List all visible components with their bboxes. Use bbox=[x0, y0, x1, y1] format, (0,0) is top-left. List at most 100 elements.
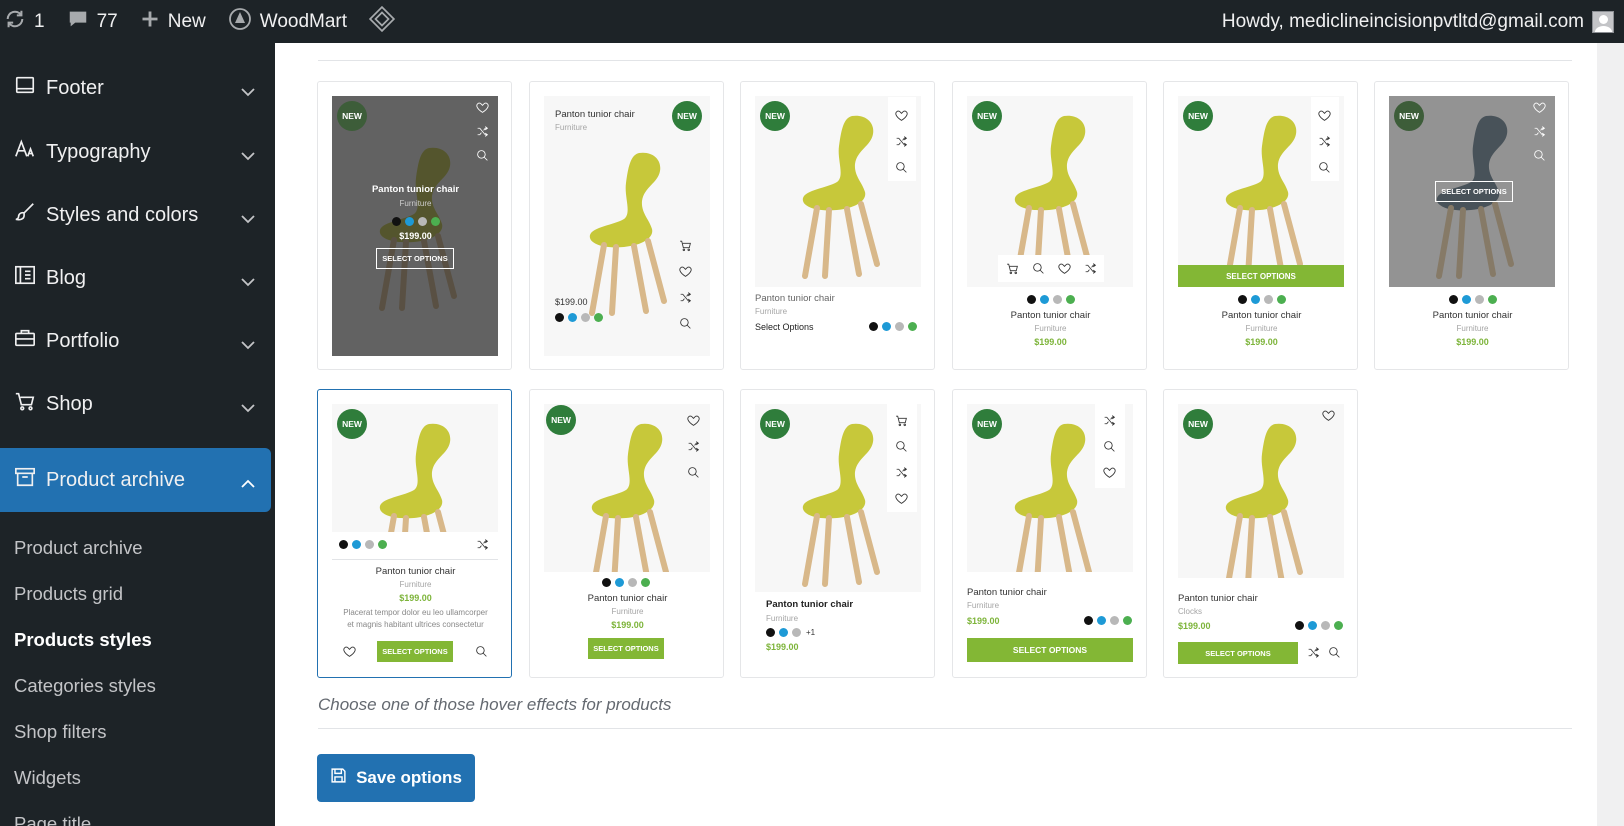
compare-shuffle-icon[interactable] bbox=[1084, 262, 1097, 280]
sidebar-item-shop[interactable]: Shop bbox=[0, 372, 271, 436]
swatch-grey[interactable] bbox=[581, 313, 590, 322]
quick-view-search-icon[interactable] bbox=[475, 645, 488, 663]
select-options-link[interactable]: Select Options bbox=[755, 322, 814, 332]
product-category[interactable]: Furniture bbox=[318, 199, 513, 208]
swatch-green[interactable] bbox=[1334, 621, 1343, 630]
quick-view-search-icon[interactable] bbox=[1533, 149, 1546, 167]
swatch-blue[interactable] bbox=[1040, 295, 1049, 304]
swatch-green[interactable] bbox=[1123, 616, 1132, 625]
subitem-shop-filters[interactable]: Shop filters bbox=[14, 721, 107, 743]
swatch-black[interactable] bbox=[1295, 621, 1304, 630]
product-title[interactable]: Panton tunior chair bbox=[530, 593, 725, 604]
product-category[interactable]: Clocks bbox=[1178, 607, 1202, 616]
hover-style-card-9[interactable]: NEW Panton tunior chair Furniture +1 $19… bbox=[740, 389, 935, 678]
quick-view-search-icon[interactable] bbox=[1103, 440, 1116, 458]
wishlist-heart-icon[interactable] bbox=[687, 414, 700, 432]
save-options-button[interactable]: Save options bbox=[317, 754, 475, 802]
sidebar-item-product-archive[interactable]: Product archive bbox=[0, 448, 271, 512]
color-swatches[interactable] bbox=[766, 628, 801, 637]
hover-style-card-5[interactable]: NEW SELECT OPTIONS Panton tunior chair F… bbox=[1163, 81, 1358, 370]
swatch-green[interactable] bbox=[431, 217, 440, 226]
select-options-button[interactable]: SELECT OPTIONS bbox=[1435, 181, 1513, 202]
wishlist-heart-icon[interactable] bbox=[1533, 101, 1546, 119]
hover-style-card-8[interactable]: NEW Panton tunior chair Furniture $199.0… bbox=[529, 389, 724, 678]
subitem-page-title[interactable]: Page title bbox=[14, 813, 91, 826]
quick-view-search-icon[interactable] bbox=[1032, 262, 1045, 280]
wishlist-heart-icon[interactable] bbox=[1103, 466, 1116, 484]
add-to-cart-icon[interactable] bbox=[895, 414, 908, 432]
swatch-grey[interactable] bbox=[1110, 616, 1119, 625]
swatch-grey[interactable] bbox=[365, 540, 374, 549]
compare-shuffle-icon[interactable] bbox=[895, 135, 908, 153]
color-swatches[interactable] bbox=[602, 578, 650, 587]
compare-shuffle-icon[interactable] bbox=[1533, 125, 1546, 143]
swatch-green[interactable] bbox=[594, 313, 603, 322]
product-category[interactable]: Furniture bbox=[318, 580, 513, 589]
swatch-black[interactable] bbox=[602, 578, 611, 587]
swatch-blue[interactable] bbox=[352, 540, 361, 549]
product-title[interactable]: Panton tunior chair bbox=[555, 109, 635, 120]
sidebar-item-footer[interactable]: Footer bbox=[0, 56, 271, 120]
swatch-green[interactable] bbox=[641, 578, 650, 587]
color-swatches[interactable] bbox=[1295, 621, 1343, 630]
swatch-green[interactable] bbox=[378, 540, 387, 549]
hover-style-card-4[interactable]: NEW Panton tunior chair Furniture $199.0… bbox=[952, 81, 1147, 370]
product-title[interactable]: Panton tunior chair bbox=[1164, 310, 1359, 321]
product-category[interactable]: Furniture bbox=[1375, 324, 1570, 333]
swatch-blue[interactable] bbox=[779, 628, 788, 637]
product-category[interactable]: Furniture bbox=[1164, 324, 1359, 333]
swatch-blue[interactable] bbox=[405, 217, 414, 226]
swatch-black[interactable] bbox=[392, 217, 401, 226]
subitem-products-grid[interactable]: Products grid bbox=[14, 583, 123, 605]
hover-style-card-11[interactable]: NEW Panton tunior chair Clocks $199.00 S… bbox=[1163, 389, 1358, 678]
swatch-blue[interactable] bbox=[1251, 295, 1260, 304]
quick-view-search-icon[interactable] bbox=[895, 161, 908, 179]
updates-link[interactable]: 1 bbox=[0, 0, 56, 43]
subitem-categories-styles[interactable]: Categories styles bbox=[14, 675, 156, 697]
wishlist-heart-icon[interactable] bbox=[476, 101, 489, 119]
hover-style-card-3[interactable]: NEW Panton tunior chair Furniture Select… bbox=[740, 81, 935, 370]
wishlist-heart-icon[interactable] bbox=[895, 492, 908, 510]
sidebar-item-typography[interactable]: Typography bbox=[0, 120, 271, 184]
sidebar-item-portfolio[interactable]: Portfolio bbox=[0, 309, 271, 373]
swatch-grey[interactable] bbox=[1264, 295, 1273, 304]
wishlist-heart-icon[interactable] bbox=[895, 109, 908, 127]
hover-style-card-7[interactable]: NEW Panton tunior chair Furniture $199.0… bbox=[317, 389, 512, 678]
swatch-grey[interactable] bbox=[1321, 621, 1330, 630]
add-to-cart-icon[interactable] bbox=[1006, 262, 1019, 280]
wishlist-heart-icon[interactable] bbox=[1058, 262, 1071, 280]
select-options-button[interactable]: SELECT OPTIONS bbox=[1178, 642, 1298, 664]
add-to-cart-icon[interactable] bbox=[679, 239, 692, 257]
wishlist-heart-icon[interactable] bbox=[1322, 409, 1335, 427]
swatch-black[interactable] bbox=[339, 540, 348, 549]
my-account[interactable]: Howdy, mediclineincisionpvtltd@gmail.com bbox=[1222, 0, 1624, 43]
select-options-button[interactable]: SELECT OPTIONS bbox=[588, 638, 664, 659]
select-options-button[interactable]: SELECT OPTIONS bbox=[1178, 265, 1344, 287]
compare-shuffle-icon[interactable] bbox=[687, 440, 700, 458]
product-title[interactable]: Panton tunior chair bbox=[1375, 310, 1570, 321]
compare-shuffle-icon[interactable] bbox=[1307, 646, 1320, 664]
swatch-blue[interactable] bbox=[568, 313, 577, 322]
swatch-black[interactable] bbox=[766, 628, 775, 637]
swatch-black[interactable] bbox=[1449, 295, 1458, 304]
swatch-black[interactable] bbox=[555, 313, 564, 322]
hover-style-card-6[interactable]: NEW SELECT OPTIONS Panton tunior chair F… bbox=[1374, 81, 1569, 370]
quick-view-search-icon[interactable] bbox=[1318, 161, 1331, 179]
product-title[interactable]: Panton tunior chair bbox=[1178, 593, 1258, 604]
swatch-grey[interactable] bbox=[1053, 295, 1062, 304]
subitem-products-styles[interactable]: Products styles bbox=[14, 629, 152, 651]
swatch-blue[interactable] bbox=[1308, 621, 1317, 630]
swatch-blue[interactable] bbox=[1097, 616, 1106, 625]
color-swatches[interactable] bbox=[392, 217, 440, 226]
quick-view-search-icon[interactable] bbox=[476, 149, 489, 167]
product-title[interactable]: Panton tunior chair bbox=[755, 293, 835, 304]
compare-shuffle-icon[interactable] bbox=[476, 125, 489, 143]
product-title[interactable]: Panton tunior chair bbox=[953, 310, 1148, 321]
wishlist-heart-icon[interactable] bbox=[679, 265, 692, 283]
swatch-green[interactable] bbox=[1277, 295, 1286, 304]
compare-shuffle-icon[interactable] bbox=[1318, 135, 1331, 153]
product-title[interactable]: Panton tunior chair bbox=[318, 566, 513, 577]
quick-view-search-icon[interactable] bbox=[1328, 646, 1341, 664]
product-category[interactable]: Furniture bbox=[755, 307, 787, 316]
color-swatches[interactable] bbox=[1084, 616, 1132, 625]
